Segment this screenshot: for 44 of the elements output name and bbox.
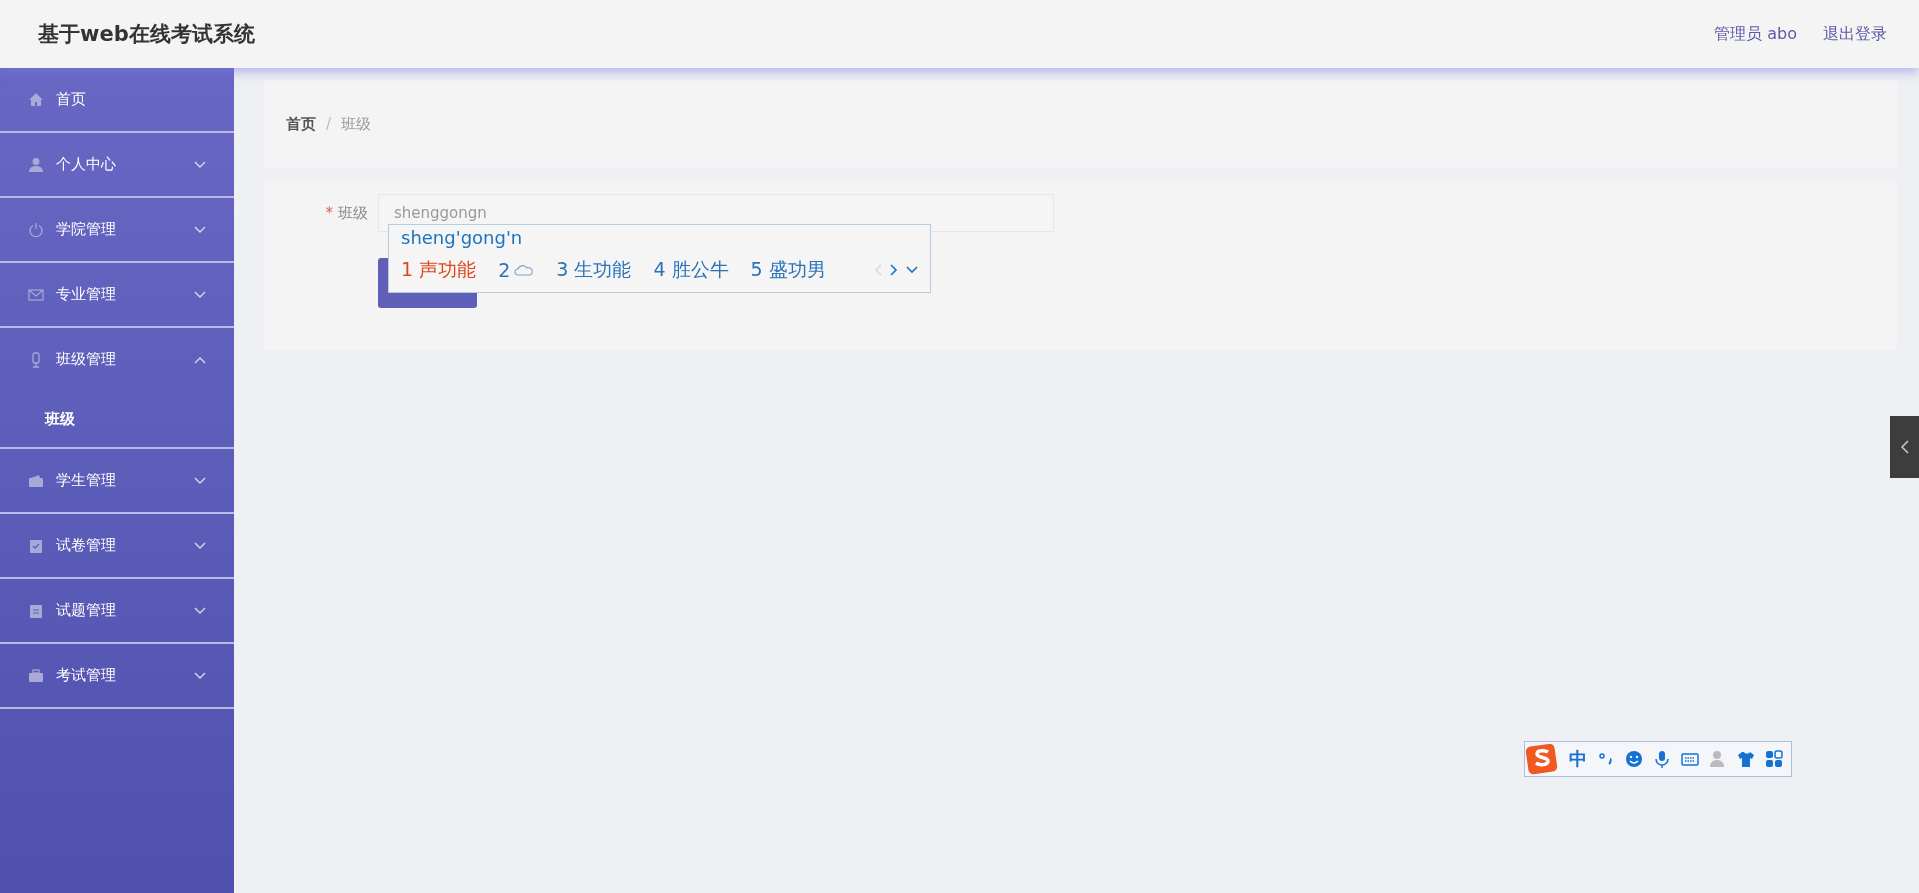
power-icon	[28, 221, 44, 238]
home-icon	[28, 91, 44, 108]
chevron-left-icon	[1900, 440, 1909, 454]
briefcase-icon	[28, 667, 44, 684]
menu-item[interactable]: 班级管理	[0, 328, 234, 391]
candidate[interactable]: 4 胜公牛	[653, 257, 729, 283]
chevron-down-icon	[906, 266, 918, 274]
menu-item[interactable]: 考试管理	[0, 644, 234, 707]
smiley-icon	[1625, 750, 1643, 768]
breadcrumb-item: 班级	[341, 114, 372, 134]
candidate[interactable]: 2	[498, 259, 535, 281]
field-label: 班级	[338, 203, 368, 223]
menu-item[interactable]: 试卷管理	[0, 514, 234, 577]
collapse-tab[interactable]	[1890, 416, 1919, 478]
breadcrumb-separator: /	[326, 115, 332, 133]
user-name[interactable]: 管理员 abo	[1714, 23, 1797, 45]
chevron-left-icon	[874, 264, 882, 276]
menu-item[interactable]: 学院管理	[0, 198, 234, 261]
candidate[interactable]: 5 盛功男	[750, 257, 826, 283]
clipboard-check-icon	[28, 537, 44, 554]
microphone-icon	[1653, 750, 1671, 768]
menu-item[interactable]: 个人中心	[0, 133, 234, 196]
candidate[interactable]: 1 声功能	[401, 257, 477, 283]
menu-item[interactable]: 学生管理	[0, 449, 234, 512]
tshirt-icon	[1737, 750, 1755, 768]
clipboard-icon	[28, 602, 44, 619]
logout-link[interactable]: 退出登录	[1823, 23, 1887, 45]
person-icon	[28, 156, 44, 173]
menu-item[interactable]: 专业管理	[0, 263, 234, 326]
candidate[interactable]: 3 生功能	[556, 257, 632, 283]
submenu-item[interactable]: 班级	[0, 391, 234, 447]
menu-item[interactable]: 首页	[0, 68, 234, 131]
required-mark: *	[325, 203, 333, 223]
wallet-icon	[28, 472, 44, 489]
breadcrumb-item[interactable]: 首页	[286, 114, 316, 134]
menu-item[interactable]: 试题管理	[0, 579, 234, 642]
envelope-icon	[28, 286, 44, 303]
keyboard-icon	[1681, 750, 1699, 768]
app-title: 基于web在线考试系统	[38, 21, 255, 48]
cloud-icon	[514, 264, 535, 276]
grid-icon	[1765, 750, 1783, 768]
input-mode-toggle[interactable]: 中	[1569, 747, 1587, 771]
chevron-right-icon	[890, 264, 898, 276]
person-icon	[1709, 750, 1727, 768]
